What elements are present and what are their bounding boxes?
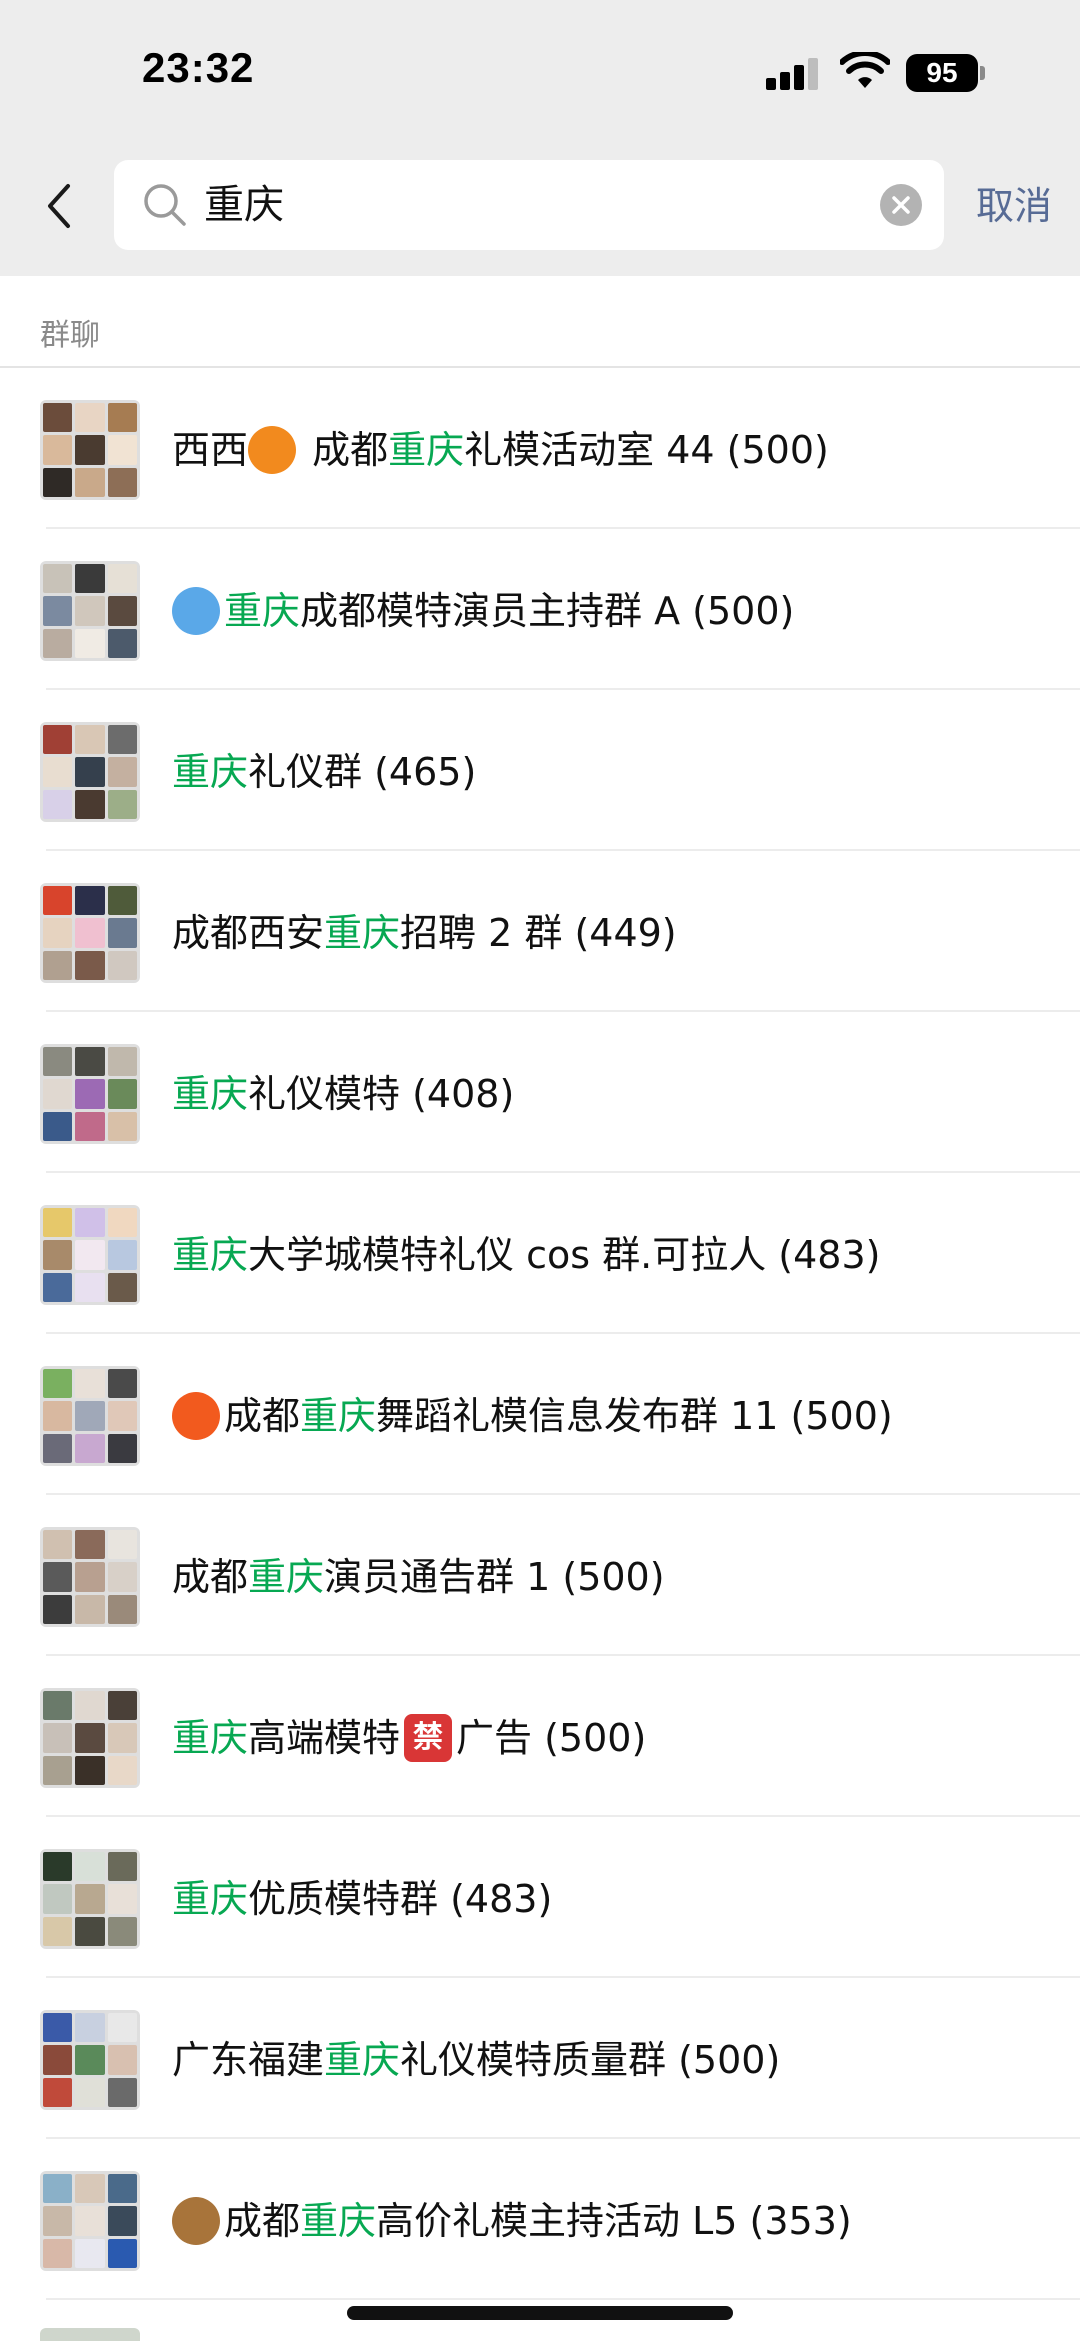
search-match: 重庆 xyxy=(172,1877,249,1921)
group-name: 成都 重庆 演员通告群 1 (500) xyxy=(172,1547,665,1607)
deer-icon xyxy=(172,2197,220,2245)
list-item[interactable]: 重庆 大学城模特礼仪 cos 群.可拉人 (483) xyxy=(0,1173,1080,1334)
droplets-icon xyxy=(172,587,220,635)
cellular-signal-icon xyxy=(766,58,822,90)
group-name-text: 高端模特 xyxy=(248,1716,401,1760)
group-name-text: 礼仪群 (465) xyxy=(248,750,477,794)
battery-level: 95 xyxy=(906,54,978,92)
group-name-text: 西西 xyxy=(172,428,249,472)
results-list: 西西 成都 重庆 礼模活动室 44 (500) 重庆 成都模特演员主持群 A (500)… xyxy=(0,368,1080,2300)
group-name: 成都西安 重庆 招聘 2 群 (449) xyxy=(172,903,677,963)
search-match: 重庆 xyxy=(172,1716,249,1760)
search-match: 重庆 xyxy=(248,1555,325,1599)
list-item[interactable]: 西西 成都 重庆 礼模活动室 44 (500) xyxy=(0,368,1080,529)
clear-icon xyxy=(892,196,910,214)
group-name: 重庆 成都模特演员主持群 A (500) xyxy=(172,581,794,641)
search-input[interactable]: 重庆 xyxy=(114,160,944,250)
group-name-text: 礼仪模特质量群 (500) xyxy=(400,2038,781,2082)
group-name-text: 舞蹈礼模信息发布群 11 (500) xyxy=(376,1394,893,1438)
group-name: 重庆 优质模特群 (483) xyxy=(172,1869,552,1929)
group-name-text: 招聘 2 群 (449) xyxy=(400,911,677,955)
battery-icon: 95 xyxy=(906,54,986,92)
group-name-text: 高价礼模主持活动 L5 (353) xyxy=(376,2199,852,2243)
list-item[interactable]: 成都 重庆 演员通告群 1 (500) xyxy=(0,1495,1080,1656)
search-match: 重庆 xyxy=(172,1072,249,1116)
group-avatar xyxy=(40,1849,140,1949)
list-item[interactable]: 重庆 成都模特演员主持群 A (500) xyxy=(0,529,1080,690)
search-match: 重庆 xyxy=(300,1394,377,1438)
group-avatar xyxy=(40,2010,140,2110)
section-header: 群聊 xyxy=(0,276,1080,368)
orange-icon xyxy=(248,426,297,474)
group-name-text: 优质模特群 (483) xyxy=(248,1877,553,1921)
group-avatar xyxy=(40,561,140,661)
fire-icon xyxy=(172,1392,220,1440)
group-avatar xyxy=(40,1366,140,1466)
list-item[interactable]: 重庆 礼仪模特 (408) xyxy=(0,1012,1080,1173)
back-button[interactable] xyxy=(36,176,80,236)
group-name-text: 成都模特演员主持群 A (500) xyxy=(300,589,795,633)
search-match: 重庆 xyxy=(324,2038,401,2082)
list-item[interactable]: 重庆 高端模特禁广告 (500) xyxy=(0,1656,1080,1817)
group-avatar xyxy=(40,722,140,822)
wifi-icon xyxy=(840,52,890,88)
prohibited-icon: 禁 xyxy=(404,1714,453,1762)
search-match: 重庆 xyxy=(172,750,249,794)
group-name: 重庆 礼仪模特 (408) xyxy=(172,1064,514,1124)
search-query[interactable]: 重庆 xyxy=(204,160,284,250)
list-item[interactable]: 重庆 礼仪群 (465) xyxy=(0,690,1080,851)
search-match: 重庆 xyxy=(300,2199,377,2243)
group-name: 成都 重庆 高价礼模主持活动 L5 (353) xyxy=(172,2191,852,2251)
group-name-text: 广东福建 xyxy=(172,2038,325,2082)
section-title: 群聊 xyxy=(40,318,100,353)
list-item[interactable]: 成都 重庆 高价礼模主持活动 L5 (353) xyxy=(0,2139,1080,2300)
search-match: 重庆 xyxy=(388,428,465,472)
search-match: 重庆 xyxy=(324,911,401,955)
search-match: 重庆 xyxy=(224,589,301,633)
clear-search-button[interactable] xyxy=(880,184,922,226)
group-name: 重庆 大学城模特礼仪 cos 群.可拉人 (483) xyxy=(172,1225,880,1285)
list-item[interactable]: 成都西安 重庆 招聘 2 群 (449) xyxy=(0,851,1080,1012)
list-item[interactable]: 广东福建 重庆 礼仪模特质量群 (500) xyxy=(0,1978,1080,2139)
group-name-text: 大学城模特礼仪 cos 群.可拉人 (483) xyxy=(248,1233,881,1277)
group-avatar xyxy=(40,1527,140,1627)
group-name-text: 成都 xyxy=(224,1394,301,1438)
group-avatar xyxy=(40,1205,140,1305)
group-avatar xyxy=(40,2171,140,2271)
group-name-text: 广告 (500) xyxy=(456,1716,647,1760)
group-name: 广东福建 重庆 礼仪模特质量群 (500) xyxy=(172,2030,780,2090)
status-time: 23:32 xyxy=(142,44,255,91)
group-name-text: 成都西安 xyxy=(172,911,325,955)
group-name: 西西 成都 重庆 礼模活动室 44 (500) xyxy=(172,420,829,480)
top-bar: 23:32 95 重庆 取消 xyxy=(0,0,1080,276)
group-name-text: 演员通告群 1 (500) xyxy=(324,1555,665,1599)
group-name: 重庆 礼仪群 (465) xyxy=(172,742,476,802)
home-indicator xyxy=(347,2306,733,2320)
group-name-text: 礼仪模特 (408) xyxy=(248,1072,515,1116)
group-avatar xyxy=(40,400,140,500)
status-bar: 23:32 95 xyxy=(0,0,1080,140)
cancel-button[interactable]: 取消 xyxy=(976,176,1052,236)
group-name-text: 成都 xyxy=(224,2199,301,2243)
group-avatar xyxy=(40,883,140,983)
group-avatar xyxy=(40,1688,140,1788)
group-name-text: 成都 xyxy=(172,1555,249,1599)
group-name: 成都 重庆 舞蹈礼模信息发布群 11 (500) xyxy=(172,1386,893,1446)
search-icon xyxy=(144,184,186,226)
list-item[interactable]: 成都 重庆 舞蹈礼模信息发布群 11 (500) xyxy=(0,1334,1080,1495)
group-name-text: 礼模活动室 44 (500) xyxy=(464,428,829,472)
search-match: 重庆 xyxy=(172,1233,249,1277)
group-avatar xyxy=(40,1044,140,1144)
group-avatar xyxy=(40,2328,140,2341)
list-item[interactable]: 重庆 优质模特群 (483) xyxy=(0,1817,1080,1978)
group-name: 重庆 高端模特禁广告 (500) xyxy=(172,1708,646,1768)
chevron-left-icon xyxy=(48,184,70,228)
group-name-text: 成都 xyxy=(300,428,389,472)
